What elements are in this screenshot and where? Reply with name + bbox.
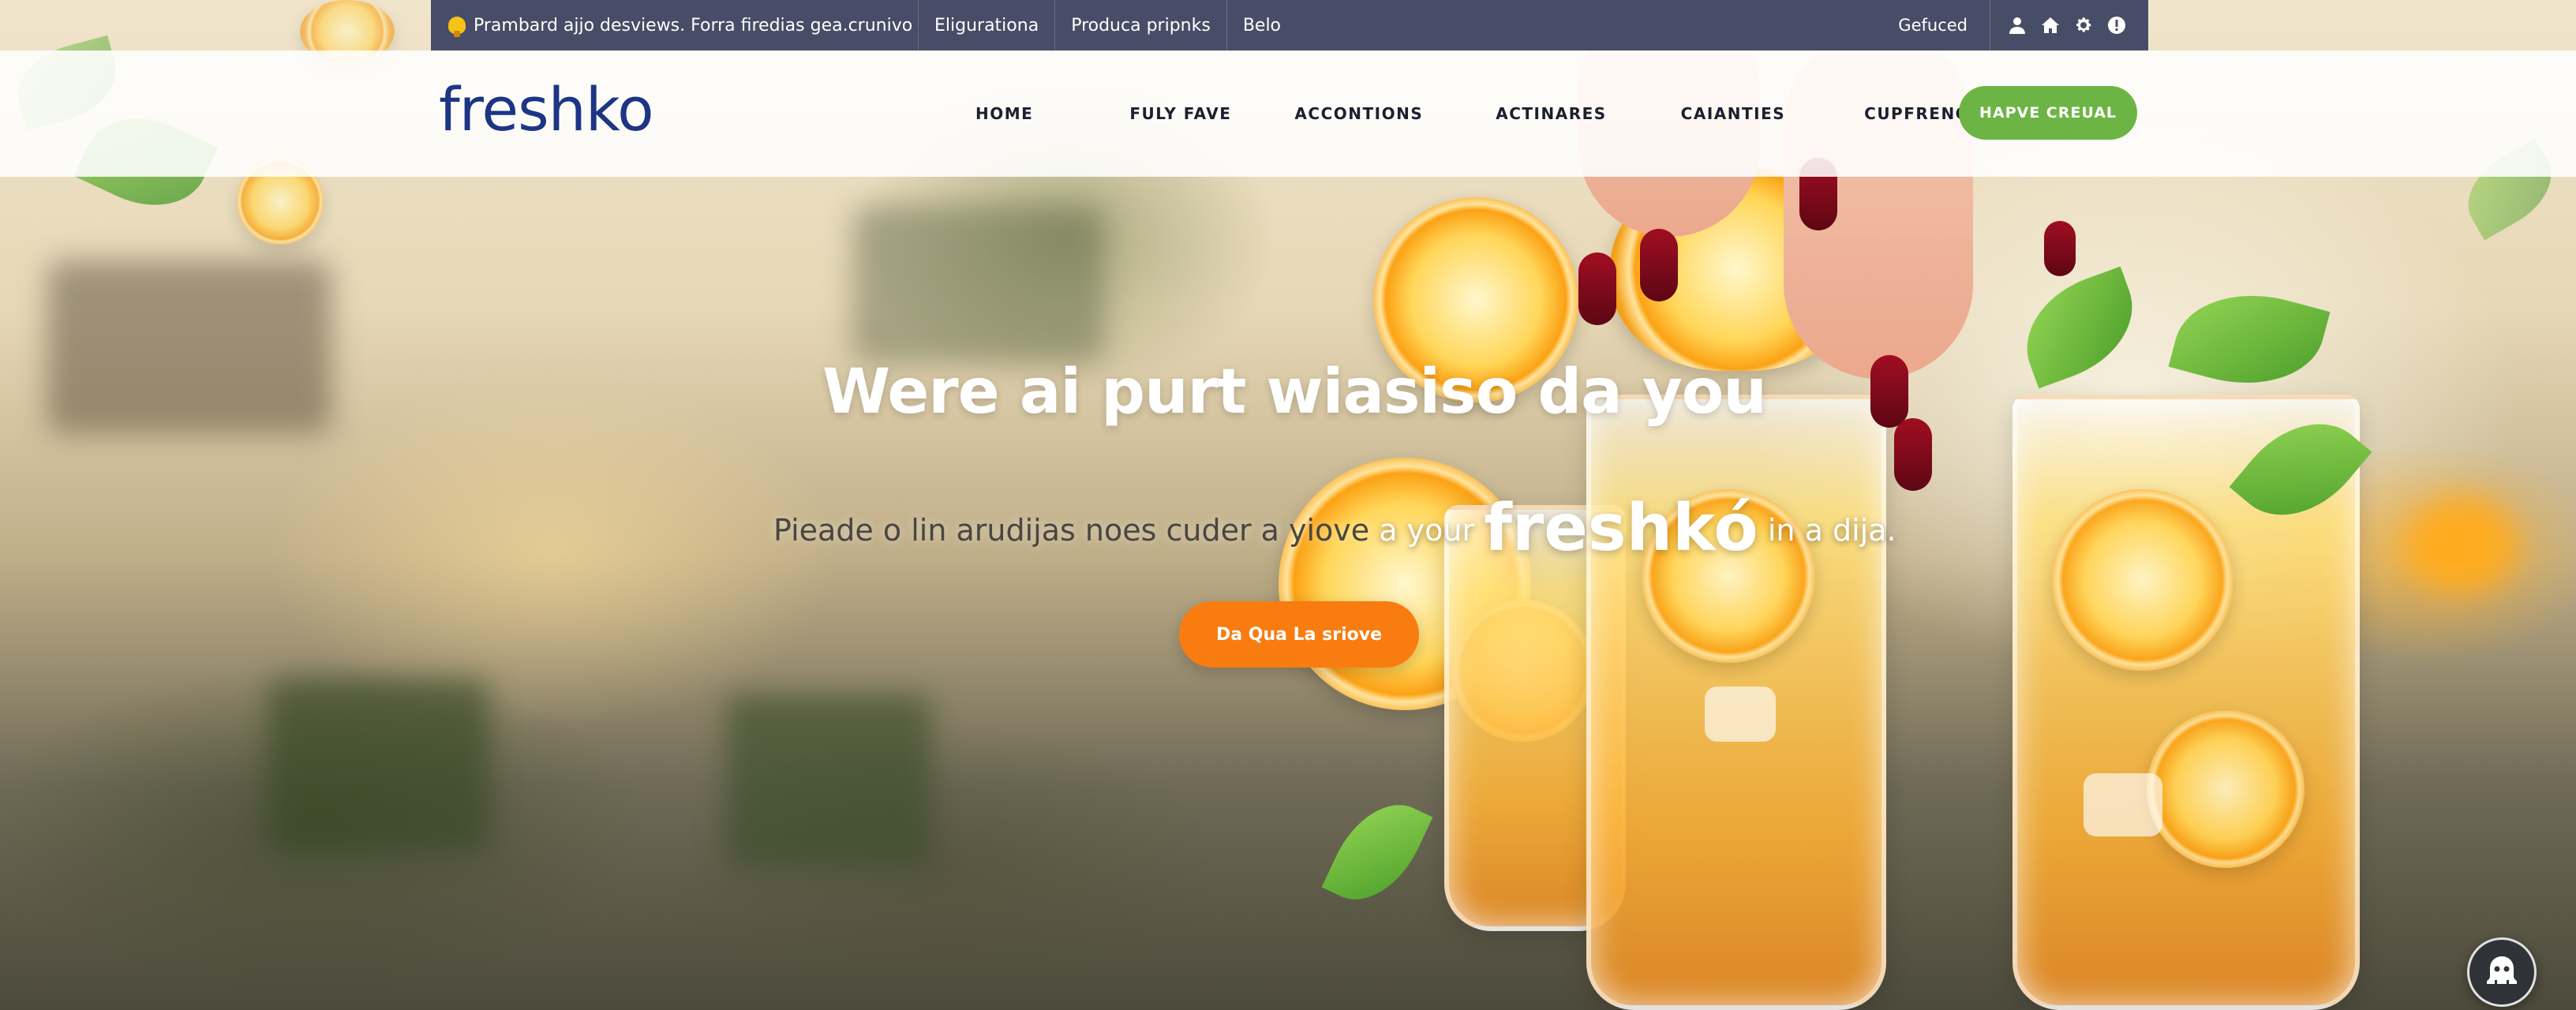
hero-subtitle-part-c: in a dija. bbox=[1767, 513, 1896, 548]
nav-item-actinares[interactable]: ACTINARES bbox=[1496, 104, 1606, 123]
main-header: freshko HOME FULY FAVE ACCONTIONS ACTINA… bbox=[0, 50, 2576, 177]
hero-cta-button[interactable]: Da Qua La sriove bbox=[1179, 601, 1419, 668]
info-icon[interactable] bbox=[2107, 16, 2126, 35]
hero-subtitle-part-a: Pieade o lin arudijas noes cuder a yiove bbox=[773, 513, 1370, 548]
nav-item-accontions[interactable]: ACCONTIONS bbox=[1294, 104, 1423, 123]
orange-slice bbox=[2147, 710, 2305, 868]
main-nav: HOME FULY FAVE ACCONTIONS ACTINARES CAIA… bbox=[908, 50, 1993, 177]
utility-right: Gefuced bbox=[1876, 0, 2148, 50]
lightbulb-icon bbox=[448, 17, 466, 37]
chat-widget-button[interactable] bbox=[2467, 937, 2537, 1007]
fingernail bbox=[1578, 252, 1616, 325]
home-icon[interactable] bbox=[2041, 16, 2060, 35]
orange-slice bbox=[2052, 489, 2233, 671]
mint-leaf bbox=[2168, 275, 2331, 404]
chat-avatar-icon bbox=[2487, 956, 2517, 984]
header-cta-button[interactable]: HAPVE CREUAL bbox=[1959, 86, 2137, 140]
hero-title: Were ai purt wiasiso da you bbox=[822, 357, 1767, 428]
utility-status[interactable]: Gefuced bbox=[1876, 0, 1990, 50]
background-window-blur bbox=[47, 260, 331, 434]
background-orange-blur bbox=[2407, 497, 2518, 592]
background-plant-blur bbox=[268, 679, 489, 852]
nav-item-caianties[interactable]: CAIANTIES bbox=[1681, 104, 1785, 123]
background-plant-blur bbox=[726, 694, 931, 868]
nav-item-fuly-fave[interactable]: FULY FAVE bbox=[1129, 104, 1231, 123]
utility-link-eligurationa[interactable]: Eligurationa bbox=[919, 0, 1056, 50]
fingernail bbox=[1894, 418, 1932, 491]
promo-message: Prambard ajjo desviews. Forra firedias g… bbox=[431, 0, 919, 50]
fingernail bbox=[1870, 355, 1908, 428]
nav-item-home[interactable]: HOME bbox=[975, 104, 1033, 123]
utility-link-belo[interactable]: Belo bbox=[1227, 0, 1297, 50]
site-logo[interactable]: freshko bbox=[439, 74, 654, 144]
fingernail bbox=[2044, 221, 2076, 276]
utility-link-produca-pripnks[interactable]: Produca pripnks bbox=[1055, 0, 1227, 50]
promo-text: Prambard ajjo desviews. Forra firedias g… bbox=[474, 15, 913, 36]
hero-brand-name: freshkó bbox=[1484, 491, 1758, 566]
fingernail bbox=[1640, 229, 1678, 301]
mint-leaf bbox=[1321, 787, 1433, 918]
hero-subtitle: Pieade o lin arudijas noes cuder a yiove… bbox=[773, 491, 1896, 566]
ice-cube bbox=[1705, 686, 1776, 742]
ice-cube bbox=[2084, 773, 2162, 836]
gear-icon[interactable] bbox=[2074, 16, 2093, 35]
utility-icons bbox=[1990, 16, 2148, 35]
utility-bar: Prambard ajjo desviews. Forra firedias g… bbox=[431, 0, 2148, 50]
mint-leaf bbox=[2009, 266, 2151, 389]
background-window-blur bbox=[852, 205, 1105, 363]
user-icon[interactable] bbox=[2008, 16, 2027, 35]
hero-subtitle-part-b: a your bbox=[1379, 513, 1475, 548]
